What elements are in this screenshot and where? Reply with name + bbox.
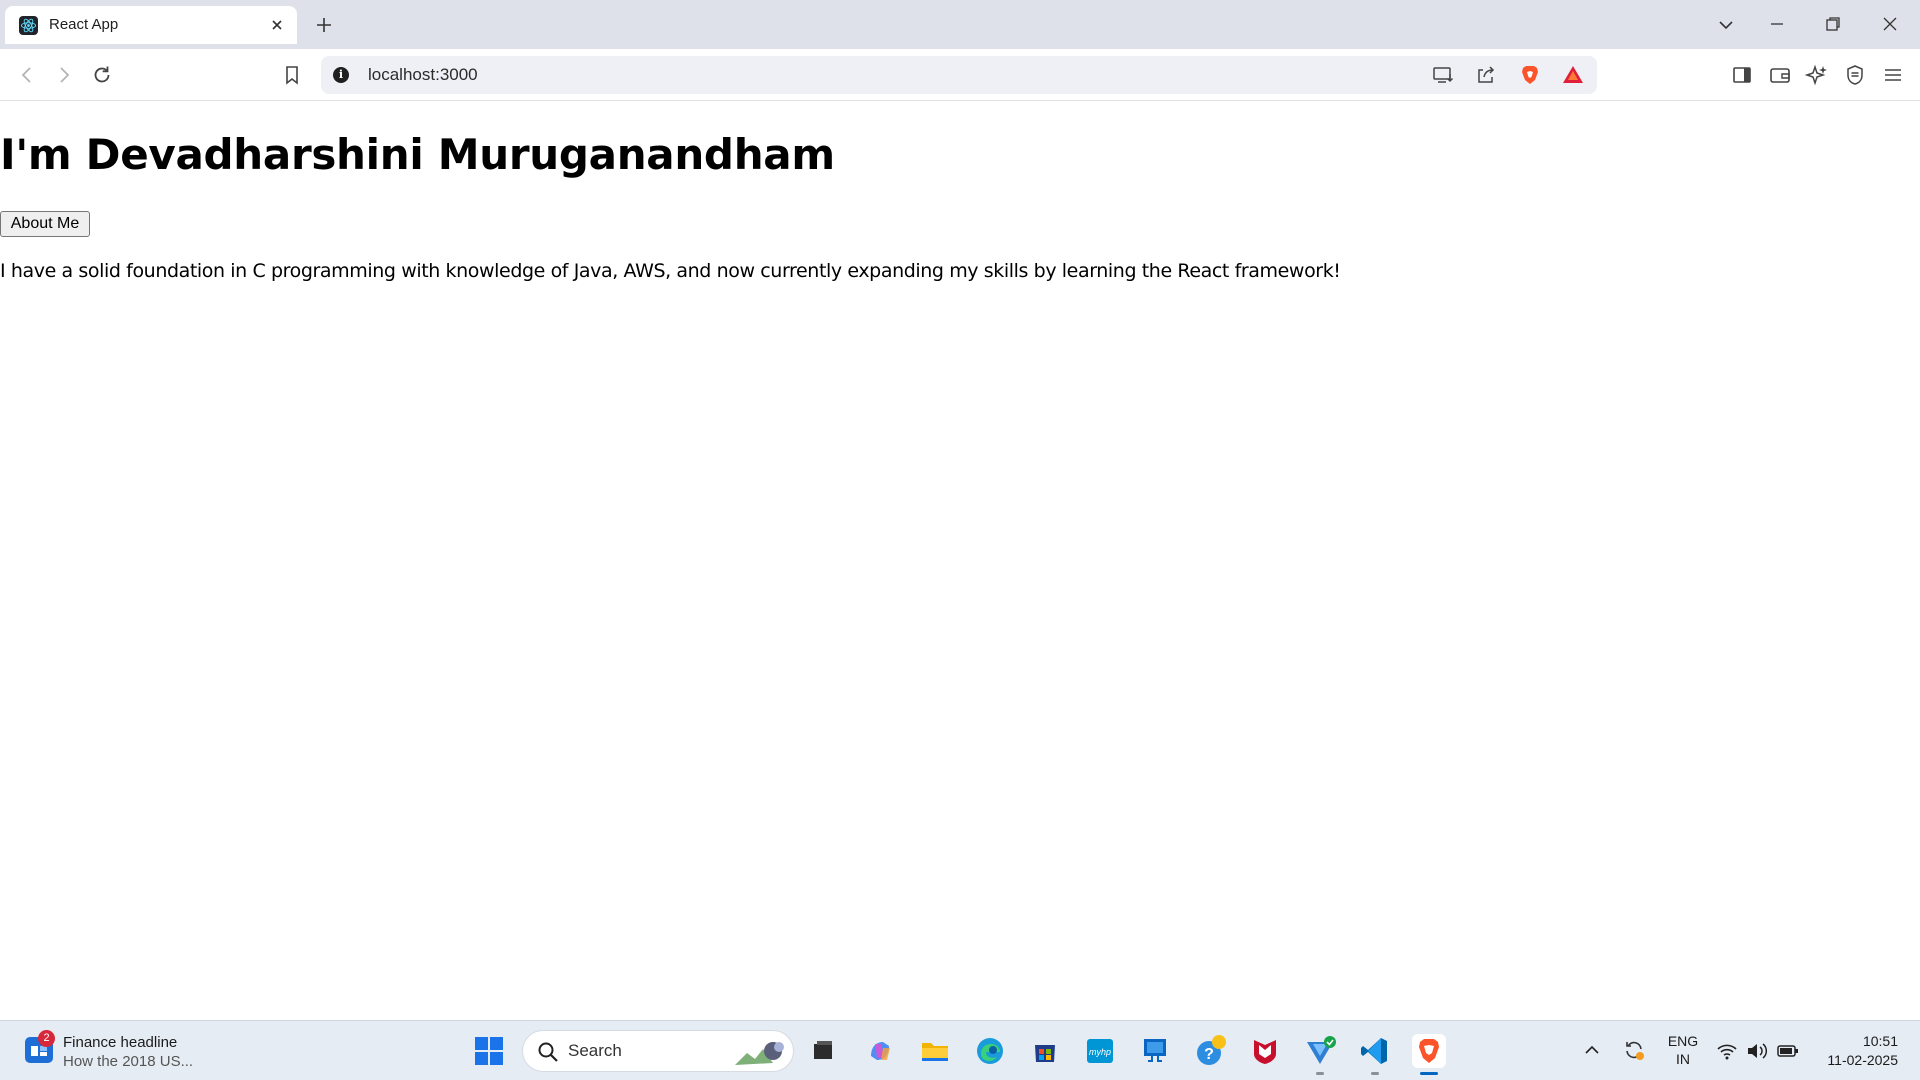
site-info-icon[interactable]: i <box>333 67 349 83</box>
file-explorer-icon[interactable] <box>806 1034 840 1068</box>
remote-desktop-icon[interactable] <box>1138 1034 1172 1068</box>
clock-date: 11-02-2025 <box>1827 1052 1898 1068</box>
brave-icon[interactable] <box>1412 1034 1446 1068</box>
language-region: IN <box>1676 1051 1690 1067</box>
tab-title: React App <box>49 16 119 33</box>
folder-icon[interactable] <box>918 1034 952 1068</box>
windows-taskbar: 2 Finance headline How the 2018 US... Se… <box>0 1020 1920 1080</box>
wallet-icon[interactable] <box>1767 62 1793 88</box>
close-window-icon[interactable] <box>1878 12 1902 36</box>
address-bar[interactable]: i localhost:3000 <box>321 56 1597 94</box>
chevron-up-icon[interactable] <box>1583 1041 1601 1059</box>
web-page: I'm Devadharshini Muruganandham About Me… <box>0 102 1920 1020</box>
search-icon <box>538 1042 558 1062</box>
sync-icon[interactable] <box>1622 1038 1646 1062</box>
brave-shields-icon[interactable] <box>1518 63 1542 87</box>
taskbar-search[interactable]: Search <box>522 1030 794 1072</box>
new-tab-plus-icon[interactable] <box>313 14 335 36</box>
leo-ai-icon[interactable] <box>1804 62 1830 88</box>
browser-toolbar: i localhost:3000 1 <box>0 49 1920 124</box>
vscode-running-indicator <box>1371 1072 1379 1075</box>
about-me-button[interactable]: About Me <box>0 211 90 237</box>
vpn-running-indicator <box>1316 1072 1324 1075</box>
forward-arrow-icon[interactable] <box>51 62 77 88</box>
news-widget[interactable]: 2 Finance headline How the 2018 US... <box>22 1030 222 1073</box>
mcafee-icon[interactable] <box>1248 1034 1282 1068</box>
tab-close-icon[interactable] <box>267 15 287 35</box>
install-app-icon[interactable] <box>1431 63 1455 87</box>
vpn-shield-icon[interactable] <box>1842 62 1868 88</box>
search-placeholder: Search <box>568 1041 622 1060</box>
about-paragraph: I have a solid foundation in C programmi… <box>0 260 1341 282</box>
widget-title: Finance headline <box>63 1034 178 1051</box>
address-url[interactable]: localhost:3000 <box>368 65 478 85</box>
edge-icon[interactable] <box>973 1034 1007 1068</box>
wifi-icon[interactable] <box>1716 1041 1738 1061</box>
reload-icon[interactable] <box>89 62 115 88</box>
tab-strip: React App <box>0 0 1920 49</box>
bookmark-icon[interactable] <box>279 62 305 88</box>
store-icon[interactable] <box>1028 1034 1062 1068</box>
vpn-icon[interactable] <box>1303 1034 1337 1068</box>
menu-icon[interactable] <box>1880 62 1906 88</box>
brave-active-indicator <box>1420 1072 1438 1075</box>
myhp-icon[interactable]: myhp <box>1083 1034 1117 1068</box>
restore-icon[interactable] <box>1821 12 1845 36</box>
vscode-icon[interactable] <box>1358 1034 1392 1068</box>
react-logo-icon <box>19 16 38 35</box>
tab-search-chevron-icon[interactable] <box>1715 14 1737 36</box>
copilot-icon[interactable] <box>863 1034 897 1068</box>
volume-icon[interactable] <box>1746 1041 1768 1061</box>
brave-rewards-icon[interactable] <box>1561 63 1585 87</box>
language-code: ENG <box>1667 1033 1699 1049</box>
tab-react-app[interactable]: React App <box>5 6 297 44</box>
share-icon[interactable] <box>1474 63 1498 87</box>
clock[interactable]: 10:51 11-02-2025 <box>1810 1032 1898 1070</box>
sidebar-toggle-icon[interactable] <box>1729 62 1755 88</box>
battery-icon[interactable] <box>1777 1041 1799 1061</box>
help-icon[interactable]: ? <box>1193 1034 1227 1068</box>
minimize-icon[interactable] <box>1765 12 1789 36</box>
widget-badge: 2 <box>38 1030 55 1047</box>
widget-subtitle: How the 2018 US... <box>63 1053 194 1070</box>
clock-time: 10:51 <box>1862 1033 1898 1049</box>
back-arrow-icon[interactable] <box>14 62 40 88</box>
language-indicator[interactable]: ENG IN <box>1666 1032 1700 1068</box>
search-highlight-icon <box>735 1042 784 1065</box>
svg-text:myhp: myhp <box>1089 1047 1111 1057</box>
windows-start-icon[interactable] <box>474 1036 504 1066</box>
svg-text:?: ? <box>1204 1046 1214 1063</box>
page-heading: I'm Devadharshini Muruganandham <box>0 130 835 179</box>
